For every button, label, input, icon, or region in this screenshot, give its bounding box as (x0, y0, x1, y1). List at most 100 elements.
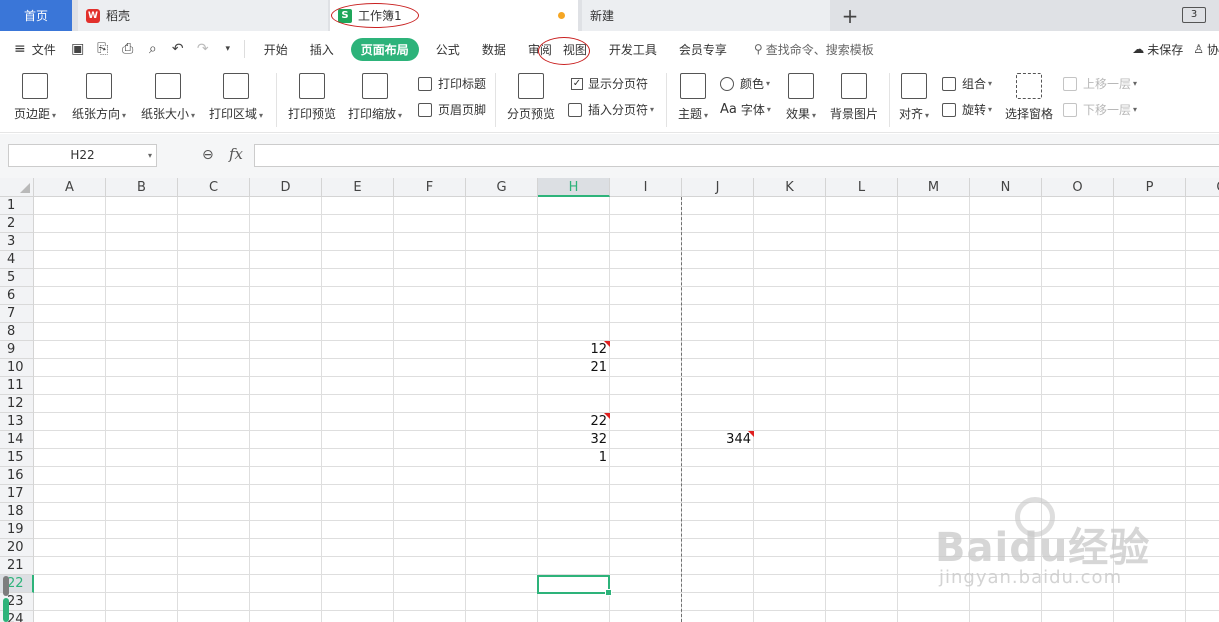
column-header-m[interactable]: M (898, 178, 970, 197)
paper-size-button[interactable]: 纸张大小 ▾ (137, 67, 199, 122)
column-header-e[interactable]: E (322, 178, 394, 197)
row-header-19[interactable]: 19 (0, 521, 34, 539)
tab-page-layout[interactable]: 页面布局 (350, 37, 419, 61)
tab-data[interactable]: 数据 (482, 41, 506, 58)
collab-button[interactable]: ♙ 协 (1193, 41, 1219, 58)
background-image-button[interactable]: 背景图片 (826, 67, 882, 122)
tab-home[interactable]: 首页 (0, 0, 72, 31)
row-header-2[interactable]: 2 (0, 215, 34, 233)
scrollbar-thumb[interactable] (3, 576, 9, 596)
row-header-4[interactable]: 4 (0, 251, 34, 269)
header-footer-button[interactable]: 页眉页脚 (418, 101, 486, 118)
align-button[interactable]: 对齐 ▾ (895, 67, 933, 122)
row-header-12[interactable]: 12 (0, 395, 34, 413)
row-header-3[interactable]: 3 (0, 233, 34, 251)
row-header-14[interactable]: 14 (0, 431, 34, 449)
send-backward-button[interactable]: 下移一层 ▾ (1063, 101, 1137, 118)
row-header-9[interactable]: 9 (0, 341, 34, 359)
tab-developer[interactable]: 开发工具 (609, 41, 657, 58)
customize-arrow-icon[interactable]: ▾ (220, 44, 236, 54)
file-menu[interactable]: ≡ 文件 (14, 41, 56, 58)
tab-formula[interactable]: 公式 (436, 41, 460, 58)
undo-icon[interactable]: ↶ (170, 41, 186, 57)
cell-h15[interactable]: 1 (538, 449, 610, 467)
column-header-q[interactable]: Q (1186, 178, 1219, 197)
orientation-button[interactable]: 纸张方向 ▾ (68, 67, 130, 122)
spreadsheet-grid[interactable]: ABCDEFGHIJKLMNOPQ12345678910111213141516… (0, 178, 1219, 622)
column-header-l[interactable]: L (826, 178, 898, 197)
row-header-8[interactable]: 8 (0, 323, 34, 341)
theme-button[interactable]: 主题 ▾ (674, 67, 712, 122)
column-header-f[interactable]: F (394, 178, 466, 197)
cell-h13[interactable]: 22 (538, 413, 610, 431)
preview-icon[interactable]: ⌕ (145, 41, 161, 57)
cell-h9[interactable]: 12 (538, 341, 610, 359)
column-header-p[interactable]: P (1114, 178, 1186, 197)
print-preview-button[interactable]: 打印预览 (284, 67, 340, 122)
row-header-15[interactable]: 15 (0, 449, 34, 467)
command-search[interactable]: ⚲ 查找命令、搜索模板 (754, 41, 874, 58)
zoom-search-icon[interactable]: ⊖ (202, 147, 214, 163)
row-header-20[interactable]: 20 (0, 539, 34, 557)
fx-icon[interactable]: fx (229, 145, 243, 163)
fonts-button[interactable]: Aa 字体 ▾ (720, 101, 771, 118)
print-scale-button[interactable]: 打印缩放 ▾ (344, 67, 406, 122)
insert-page-break-button[interactable]: 插入分页符 ▾ (568, 101, 654, 118)
formula-input[interactable] (254, 144, 1219, 167)
window-switch-button[interactable]: 3 (1182, 7, 1206, 23)
print-area-button[interactable]: 打印区域 ▾ (205, 67, 267, 122)
row-header-18[interactable]: 18 (0, 503, 34, 521)
page-break-preview-button[interactable]: 分页预览 (503, 67, 559, 122)
print-titles-button[interactable]: 打印标题 (418, 75, 486, 92)
row-header-6[interactable]: 6 (0, 287, 34, 305)
cell-h10[interactable]: 21 (538, 359, 610, 377)
cell-j14[interactable]: 344 (682, 431, 754, 449)
name-box[interactable]: H22 ▾ (8, 144, 157, 167)
selected-cell-h22[interactable] (537, 575, 612, 596)
add-tab-button[interactable]: + (838, 0, 862, 31)
export-icon[interactable]: ⎘ (95, 41, 111, 57)
row-header-16[interactable]: 16 (0, 467, 34, 485)
tab-start[interactable]: 开始 (264, 41, 288, 58)
select-all-corner[interactable] (0, 178, 34, 197)
tab-workbook[interactable]: S 工作簿1 (330, 0, 578, 31)
column-header-i[interactable]: I (610, 178, 682, 197)
tab-new[interactable]: 新建 (582, 0, 830, 31)
tab-review[interactable]: 审阅 (528, 41, 552, 58)
unsaved-button[interactable]: ☁ 未保存 (1132, 41, 1183, 58)
effects-button[interactable]: 效果 ▾ (782, 67, 820, 122)
colors-button[interactable]: 颜色 ▾ (720, 75, 770, 92)
save-icon[interactable]: ▣ (70, 41, 86, 57)
tab-insert[interactable]: 插入 (310, 41, 334, 58)
row-header-5[interactable]: 5 (0, 269, 34, 287)
show-page-breaks-checkbox[interactable]: ✓ 显示分页符 (571, 75, 648, 92)
print-icon[interactable]: ⎙ (120, 41, 136, 57)
column-header-a[interactable]: A (34, 178, 106, 197)
column-header-j[interactable]: J (682, 178, 754, 197)
bring-forward-button[interactable]: 上移一层 ▾ (1063, 75, 1137, 92)
column-header-n[interactable]: N (970, 178, 1042, 197)
row-header-7[interactable]: 7 (0, 305, 34, 323)
rotate-button[interactable]: 旋转 ▾ (942, 101, 992, 118)
column-header-c[interactable]: C (178, 178, 250, 197)
tab-member[interactable]: 会员专享 (679, 41, 727, 58)
tab-daoke[interactable]: W 稻壳 (78, 0, 328, 31)
column-header-h[interactable]: H (538, 178, 610, 197)
row-header-17[interactable]: 17 (0, 485, 34, 503)
column-header-g[interactable]: G (466, 178, 538, 197)
row-header-10[interactable]: 10 (0, 359, 34, 377)
column-header-o[interactable]: O (1042, 178, 1114, 197)
selection-pane-button[interactable]: 选择窗格 (1003, 67, 1055, 122)
redo-icon[interactable]: ↷ (195, 41, 211, 57)
row-header-13[interactable]: 13 (0, 413, 34, 431)
cell-h14[interactable]: 32 (538, 431, 610, 449)
column-header-k[interactable]: K (754, 178, 826, 197)
group-button[interactable]: 组合 ▾ (942, 75, 992, 92)
tab-view[interactable]: 视图 (563, 41, 587, 58)
row-header-21[interactable]: 21 (0, 557, 34, 575)
column-header-d[interactable]: D (250, 178, 322, 197)
row-header-1[interactable]: 1 (0, 197, 34, 215)
row-header-11[interactable]: 11 (0, 377, 34, 395)
column-header-b[interactable]: B (106, 178, 178, 197)
margins-button[interactable]: 页边距 ▾ (10, 67, 60, 122)
